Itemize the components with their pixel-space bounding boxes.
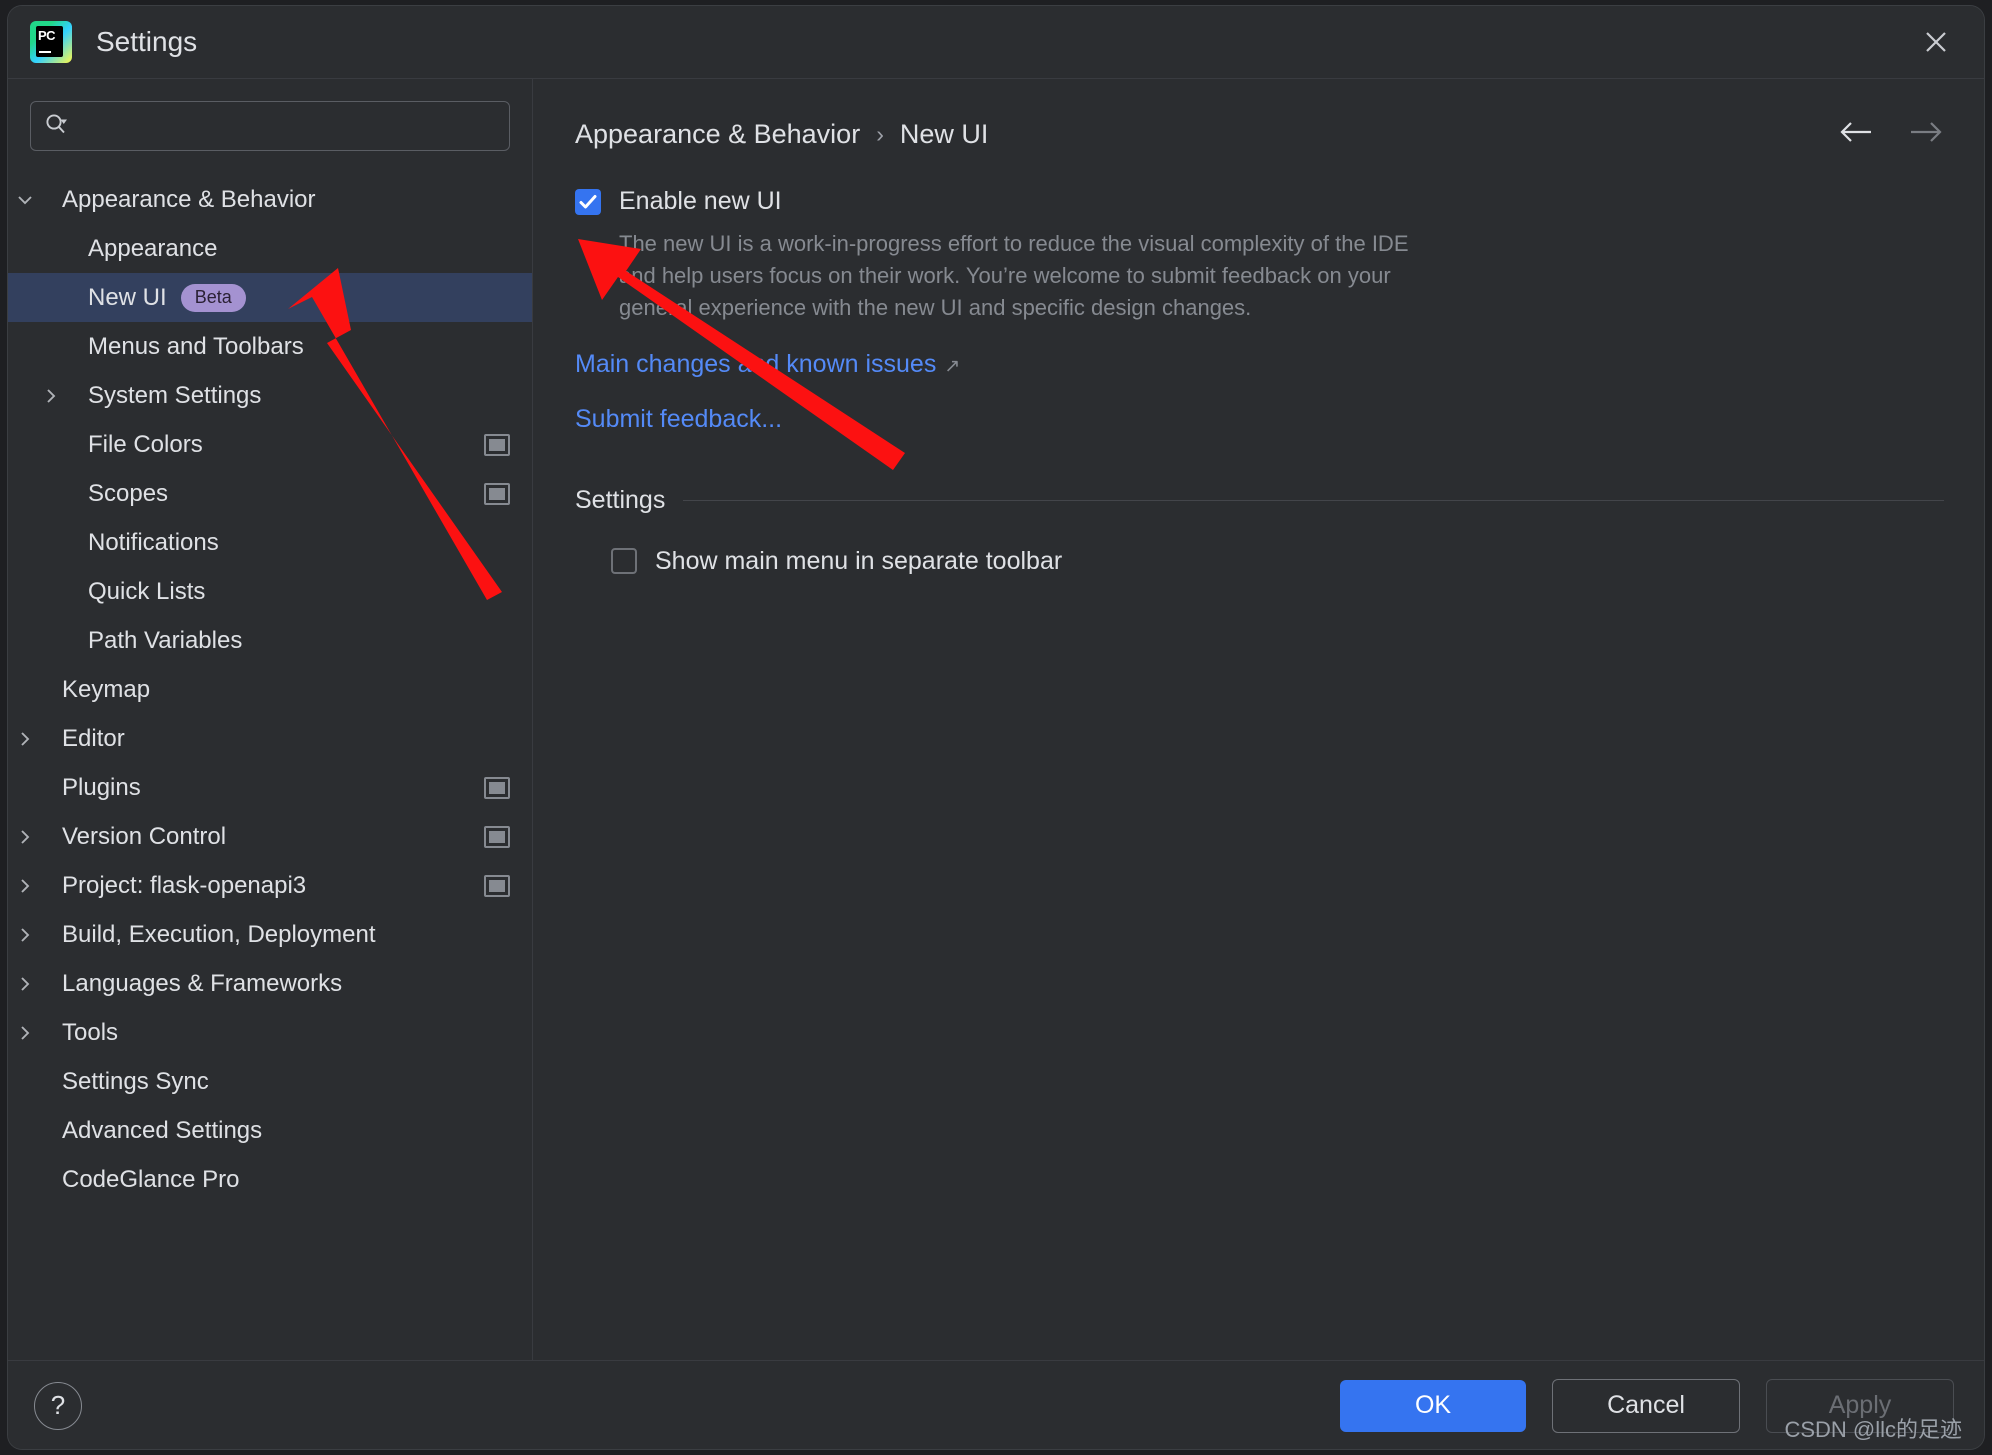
chevron-right-icon[interactable] [8,1022,42,1044]
pycharm-logo-icon: PC [30,21,72,63]
sidebar-item-menus-and-toolbars[interactable]: Menus and Toolbars [8,322,532,371]
settings-section-header: Settings [575,486,1944,515]
dialog-body: Appearance & Behavior Appearance New UI Bet… [8,79,1984,1360]
sidebar-item-project-flask-openapi3[interactable]: Project: flask-openapi3 [8,861,532,910]
sidebar-item-advanced-settings[interactable]: Advanced Settings [8,1106,532,1155]
settings-tree: Appearance & Behavior Appearance New UI Bet… [8,175,532,1204]
external-link-icon: ↗ [944,356,960,377]
chevron-right-icon[interactable] [8,924,42,946]
project-settings-icon [484,434,510,456]
sidebar-item-label: Path Variables [88,627,242,655]
sidebar-item-system-settings[interactable]: System Settings [8,371,532,420]
sidebar-item-label: Menus and Toolbars [88,333,304,361]
sidebar-item-label: Advanced Settings [62,1117,262,1145]
sidebar-item-label: Notifications [88,529,219,557]
sidebar-item-label: Languages & Frameworks [62,970,342,998]
link-main-changes[interactable]: Main changes and known issues ↗ [575,350,1944,379]
close-icon[interactable] [1914,20,1958,64]
sidebar-item-label: Keymap [62,676,150,704]
search-icon [43,111,69,142]
watermark: CSDN @llc的足迹 [1784,1412,1962,1444]
links-group: Main changes and known issues ↗ Submit fe… [575,350,1944,434]
breadcrumb-parent[interactable]: Appearance & Behavior [575,119,860,150]
show-main-menu-label: Show main menu in separate toolbar [655,547,1062,576]
dialog-footer: ? OK Cancel Apply CSDN @llc的足迹 [8,1360,1984,1449]
enable-new-ui-checkbox[interactable] [575,189,601,215]
show-main-menu-checkbox[interactable] [611,548,637,574]
enable-new-ui-label: Enable new UI [619,187,782,216]
window-title: Settings [96,26,197,58]
cancel-button[interactable]: Cancel [1552,1379,1740,1433]
sidebar-item-languages-frameworks[interactable]: Languages & Frameworks [8,959,532,1008]
settings-dialog: PC Settings [8,6,1984,1449]
link-main-changes-label: Main changes and known issues [575,350,936,378]
link-submit-feedback[interactable]: Submit feedback... [575,405,1944,434]
sidebar-item-label: System Settings [88,382,261,410]
new-ui-description: The new UI is a work-in-progress effort … [619,228,1409,324]
settings-section-title: Settings [575,486,665,515]
sidebar-item-codeglance-pro[interactable]: CodeGlance Pro [8,1155,532,1204]
project-settings-icon [484,826,510,848]
arrow-right-icon[interactable] [1906,119,1944,150]
project-settings-icon [484,777,510,799]
sidebar-item-tools[interactable]: Tools [8,1008,532,1057]
sidebar-item-label: Tools [62,1019,118,1047]
title-bar: PC Settings [8,6,1984,79]
chevron-right-icon[interactable] [8,728,42,750]
sidebar-item-keymap[interactable]: Keymap [8,665,532,714]
help-button[interactable]: ? [34,1382,82,1430]
sidebar-item-build-execution-deployment[interactable]: Build, Execution, Deployment [8,910,532,959]
sidebar-item-appearance-behavior[interactable]: Appearance & Behavior [8,175,532,224]
sidebar-item-label: CodeGlance Pro [62,1166,239,1194]
sidebar-item-label: Project: flask-openapi3 [62,872,306,900]
sidebar-item-label: Appearance & Behavior [62,186,316,214]
chevron-right-icon[interactable] [8,973,42,995]
sidebar-item-scopes[interactable]: Scopes [8,469,532,518]
sidebar-item-label: Quick Lists [88,578,205,606]
settings-sidebar: Appearance & Behavior Appearance New UI Bet… [8,79,532,1360]
sidebar-item-file-colors[interactable]: File Colors [8,420,532,469]
show-main-menu-row[interactable]: Show main menu in separate toolbar [611,547,1944,576]
arrow-left-icon[interactable] [1838,119,1876,150]
navigation-arrows [1838,119,1944,150]
sidebar-item-notifications[interactable]: Notifications [8,518,532,567]
sidebar-item-label: Plugins [62,774,141,802]
sidebar-item-quick-lists[interactable]: Quick Lists [8,567,532,616]
chevron-down-icon[interactable] [8,189,42,211]
breadcrumb-separator: › [876,121,884,148]
breadcrumb: Appearance & Behavior › New UI [575,109,1944,159]
sidebar-item-label: Scopes [88,480,168,508]
search-input[interactable] [77,114,497,138]
link-submit-feedback-label: Submit feedback... [575,405,782,433]
chevron-right-icon[interactable] [8,826,42,848]
settings-main-panel: Appearance & Behavior › New UI [532,79,1984,1360]
enable-new-ui-row[interactable]: Enable new UI [575,187,1944,216]
sidebar-item-plugins[interactable]: Plugins [8,763,532,812]
sidebar-item-appearance[interactable]: Appearance [8,224,532,273]
section-divider [683,500,1944,501]
sidebar-item-label: Appearance [88,235,217,263]
sidebar-item-version-control[interactable]: Version Control [8,812,532,861]
chevron-right-icon[interactable] [8,875,42,897]
sidebar-item-new-ui[interactable]: New UI Beta [8,273,532,322]
search-wrapper [30,101,510,151]
sidebar-item-label: Editor [62,725,125,753]
search-box[interactable] [30,101,510,151]
sidebar-item-label: Version Control [62,823,226,851]
sidebar-item-editor[interactable]: Editor [8,714,532,763]
breadcrumb-current: New UI [900,119,989,150]
chevron-right-icon[interactable] [34,385,68,407]
sidebar-item-path-variables[interactable]: Path Variables [8,616,532,665]
sidebar-item-settings-sync[interactable]: Settings Sync [8,1057,532,1106]
sidebar-item-label: Settings Sync [62,1068,209,1096]
ok-button[interactable]: OK [1340,1380,1526,1432]
status-badge: Beta [181,284,246,312]
sidebar-item-label: File Colors [88,431,203,459]
project-settings-icon [484,483,510,505]
sidebar-item-label: Build, Execution, Deployment [62,921,376,949]
sidebar-item-label: New UI [88,284,167,312]
project-settings-icon [484,875,510,897]
